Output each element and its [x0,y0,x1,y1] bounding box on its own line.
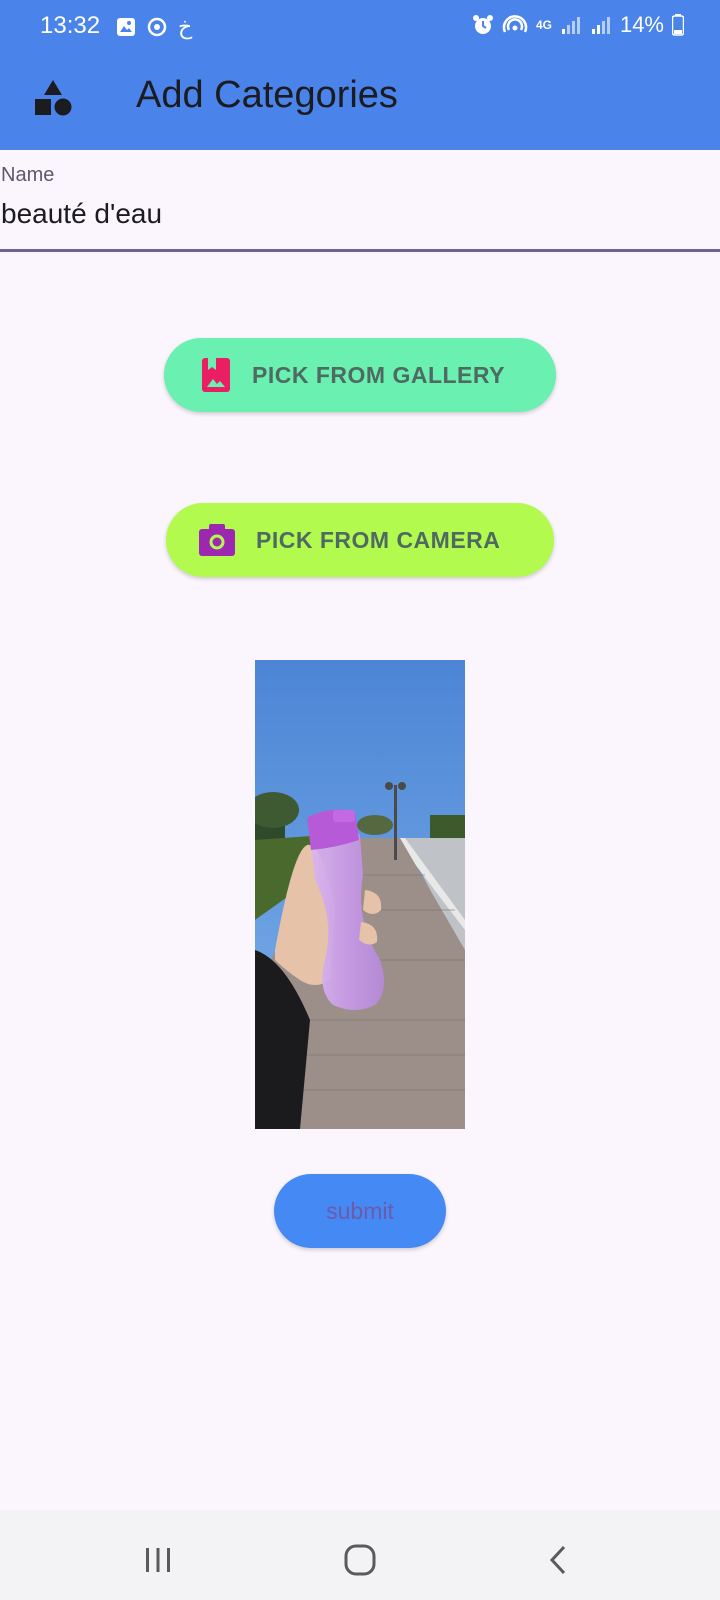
recent-apps-icon[interactable] [138,1540,178,1580]
name-field[interactable]: Name [0,150,720,254]
pick-from-camera-button[interactable]: PICK FROM CAMERA [166,503,554,577]
hotspot-icon [502,15,528,33]
system-nav-bar [0,1510,720,1600]
status-left-icons: خ [116,14,192,40]
selected-photo [255,660,465,1129]
status-time: 13:32 [40,12,101,39]
shapes-icon [35,80,72,116]
signal-icon-1 [561,17,580,34]
back-icon[interactable] [540,1540,580,1580]
pick-from-gallery-label: PICK FROM GALLERY [252,361,505,388]
status-right-icons: 4G 14% [472,12,684,38]
signal-icon-2 [591,17,610,34]
name-field-label: Name [1,164,55,186]
name-field-underline [0,249,720,252]
status-bar: 13:32 خ 4G 14% [0,0,720,54]
name-input[interactable] [1,198,701,230]
image-notification-icon [117,18,135,36]
submit-label: submit [326,1197,394,1224]
pick-from-camera-label: PICK FROM CAMERA [256,526,501,553]
battery-icon [672,14,684,36]
home-icon[interactable] [340,1540,380,1580]
network-type: 4G [535,18,552,32]
pick-from-gallery-button[interactable]: PICK FROM GALLERY [164,338,556,412]
camera-icon [199,524,235,556]
page-title: Add Categories [136,74,398,116]
app-bar: 13:32 خ 4G 14% Add Categories [0,0,720,150]
sync-notification-icon [147,17,167,37]
photo-library-icon [202,358,230,392]
battery-percentage: 14% [619,12,664,37]
submit-button[interactable]: submit [274,1174,446,1248]
alarm-icon [472,15,493,34]
arabic-notification-glyph: خ [178,14,193,39]
